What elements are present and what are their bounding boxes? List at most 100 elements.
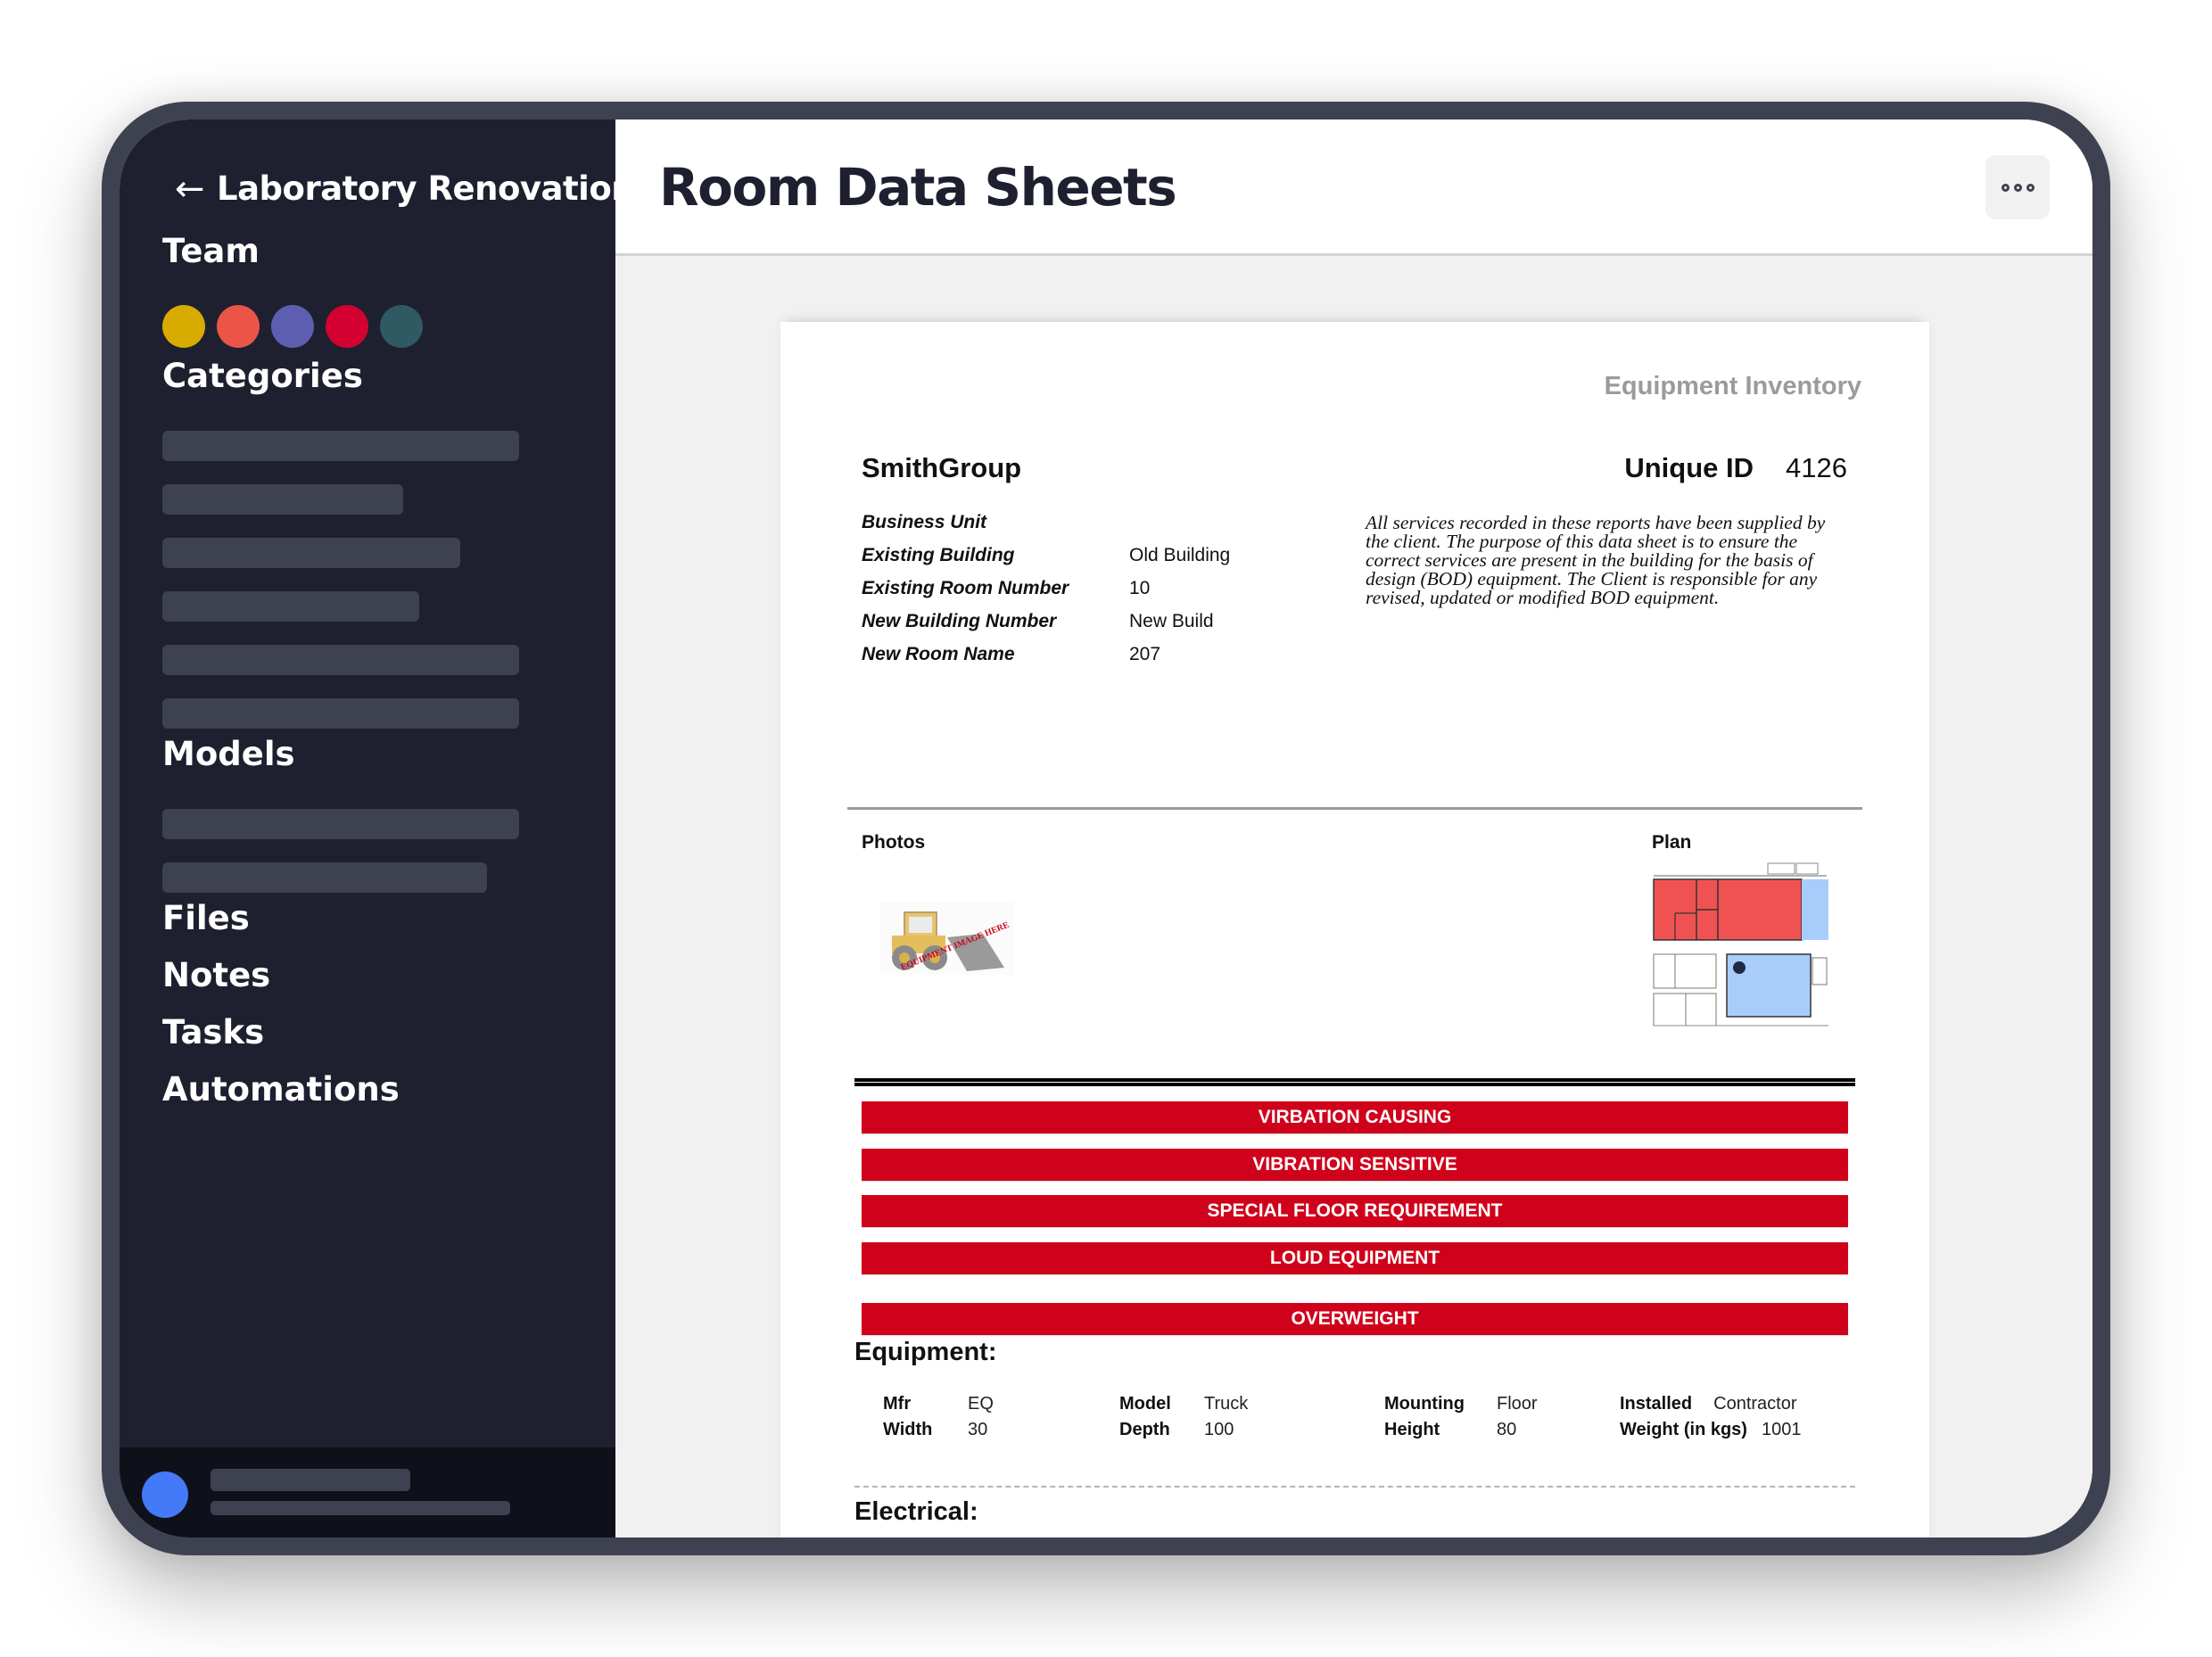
room-data-sheet-document[interactable]: Equipment Inventory SmithGroup Unique ID… (780, 322, 1929, 1537)
photos-label: Photos (862, 832, 926, 853)
sidebar: ← Laboratory Renovation Team Categories … (120, 120, 635, 1537)
kv-row: Weight (in kgs) 1001 (1620, 1417, 1801, 1443)
kv-value: 100 (1204, 1420, 1234, 1439)
kv-key: Model (1119, 1394, 1171, 1414)
flag-vibration-sensitive: VIBRATION SENSITIVE (862, 1149, 1848, 1181)
category-item-placeholder[interactable] (162, 538, 460, 568)
kv-row: Mounting Floor (1384, 1391, 1538, 1417)
categories-heading: Categories (162, 357, 363, 395)
kv-value: Truck (1204, 1394, 1249, 1414)
team-member-avatar[interactable] (271, 305, 314, 348)
kv-key: Height (1384, 1420, 1440, 1439)
more-options-button[interactable] (1985, 155, 2050, 219)
kv-row: Height 80 (1384, 1417, 1538, 1443)
model-item-placeholder[interactable] (162, 809, 519, 839)
info-row: Existing Room Number 10 (862, 572, 1230, 605)
info-label: Existing Building (862, 544, 1015, 565)
floor-plan-image[interactable] (1652, 860, 1830, 1029)
sidebar-item-automations[interactable]: Automations (162, 1070, 400, 1109)
section-divider (854, 1078, 1855, 1086)
category-item-placeholder[interactable] (162, 645, 519, 675)
back-to-project-link[interactable]: ← Laboratory Renovation (175, 169, 635, 208)
info-row: Business Unit (862, 506, 1230, 539)
document-type: Equipment Inventory (1604, 372, 1861, 400)
disclaimer-text: All services recorded in these reports h… (1366, 512, 1826, 608)
info-value: New Build (1129, 610, 1214, 631)
app-screen: ← Laboratory Renovation Team Categories … (120, 120, 2092, 1537)
category-item-placeholder[interactable] (162, 431, 519, 461)
kv-key: Depth (1119, 1420, 1170, 1439)
team-member-avatar[interactable] (380, 305, 423, 348)
more-horizontal-icon (2013, 183, 2022, 192)
info-row: New Room Name 207 (862, 638, 1230, 671)
unique-id: Unique ID 4126 (1624, 452, 1847, 484)
kv-key: Mounting (1384, 1394, 1465, 1414)
flag-loud-equipment: LOUD EQUIPMENT (862, 1242, 1848, 1274)
device-frame: ← Laboratory Renovation Team Categories … (102, 102, 2110, 1555)
equipment-section-title: Equipment: (854, 1338, 997, 1366)
user-avatar[interactable] (142, 1472, 188, 1518)
kv-row: Model Truck (1119, 1391, 1248, 1417)
kv-value: Floor (1497, 1394, 1538, 1414)
kv-key: Installed (1620, 1394, 1693, 1414)
more-horizontal-icon (2001, 183, 2010, 192)
info-value: 10 (1129, 577, 1151, 598)
flag-vibration-causing: VIRBATION CAUSING (862, 1101, 1848, 1134)
info-label: Existing Room Number (862, 577, 1069, 598)
info-label: Business Unit (862, 511, 987, 532)
electrical-section-title: Electrical: (854, 1497, 978, 1526)
category-item-placeholder[interactable] (162, 698, 519, 729)
info-row: Existing Building Old Building (862, 539, 1230, 572)
kv-value: 1001 (1761, 1420, 1802, 1439)
user-name-placeholder (210, 1469, 410, 1491)
team-heading: Team (162, 232, 260, 270)
info-value: 207 (1129, 643, 1161, 664)
company-name: SmithGroup (862, 452, 1022, 483)
page-title: Room Data Sheets (659, 157, 1177, 218)
team-members (162, 305, 423, 348)
dotted-divider (854, 1486, 1855, 1488)
sidebar-item-files[interactable]: Files (162, 899, 250, 937)
team-member-avatar[interactable] (217, 305, 260, 348)
info-value: Old Building (1129, 544, 1231, 565)
floor-plan-drawing (1652, 860, 1830, 1029)
kv-value: Contractor (1713, 1394, 1797, 1414)
main-content: Room Data Sheets Equipment Inventory Smi… (615, 120, 2092, 1537)
info-label: New Building Number (862, 610, 1057, 631)
room-info-table: Business Unit Existing Building Old Buil… (862, 506, 1230, 671)
kv-value: EQ (968, 1394, 994, 1414)
plan-label: Plan (1652, 832, 1692, 853)
info-label: New Room Name (862, 643, 1015, 664)
equipment-column: Mfr EQ Width 30 (883, 1391, 994, 1443)
sidebar-item-notes[interactable]: Notes (162, 956, 270, 994)
unique-id-label: Unique ID (1624, 452, 1754, 483)
kv-key: Width (883, 1420, 933, 1439)
category-item-placeholder[interactable] (162, 591, 419, 622)
models-heading: Models (162, 735, 295, 773)
team-member-avatar[interactable] (326, 305, 368, 348)
kv-key: Mfr (883, 1394, 912, 1414)
equipment-column: Mounting Floor Height 80 (1384, 1391, 1538, 1443)
divider (847, 807, 1862, 810)
equipment-column: Installed Contractor Weight (in kgs) 1001 (1620, 1391, 1801, 1443)
info-row: New Building Number New Build (862, 605, 1230, 638)
kv-row: Installed Contractor (1620, 1391, 1801, 1417)
equipment-photo[interactable]: EQUIPMENT IMAGE HERE (879, 902, 1013, 975)
flag-special-floor-requirement: SPECIAL FLOOR REQUIREMENT (862, 1195, 1848, 1227)
category-item-placeholder[interactable] (162, 484, 403, 515)
more-horizontal-icon (2026, 183, 2035, 192)
project-title: Laboratory Renovation (217, 169, 635, 208)
team-member-avatar[interactable] (162, 305, 205, 348)
equipment-column: Model Truck Depth 100 (1119, 1391, 1248, 1443)
user-profile[interactable] (120, 1447, 615, 1537)
model-item-placeholder[interactable] (162, 862, 487, 893)
unique-id-value: 4126 (1786, 452, 1847, 483)
kv-row: Width 30 (883, 1417, 994, 1443)
kv-value: 80 (1497, 1420, 1517, 1439)
user-email-placeholder (210, 1501, 510, 1515)
page-header: Room Data Sheets (615, 120, 2092, 256)
wheel-loader-image: EQUIPMENT IMAGE HERE (879, 902, 1013, 975)
kv-row: Depth 100 (1119, 1417, 1248, 1443)
kv-value: 30 (968, 1420, 988, 1439)
sidebar-item-tasks[interactable]: Tasks (162, 1013, 264, 1051)
